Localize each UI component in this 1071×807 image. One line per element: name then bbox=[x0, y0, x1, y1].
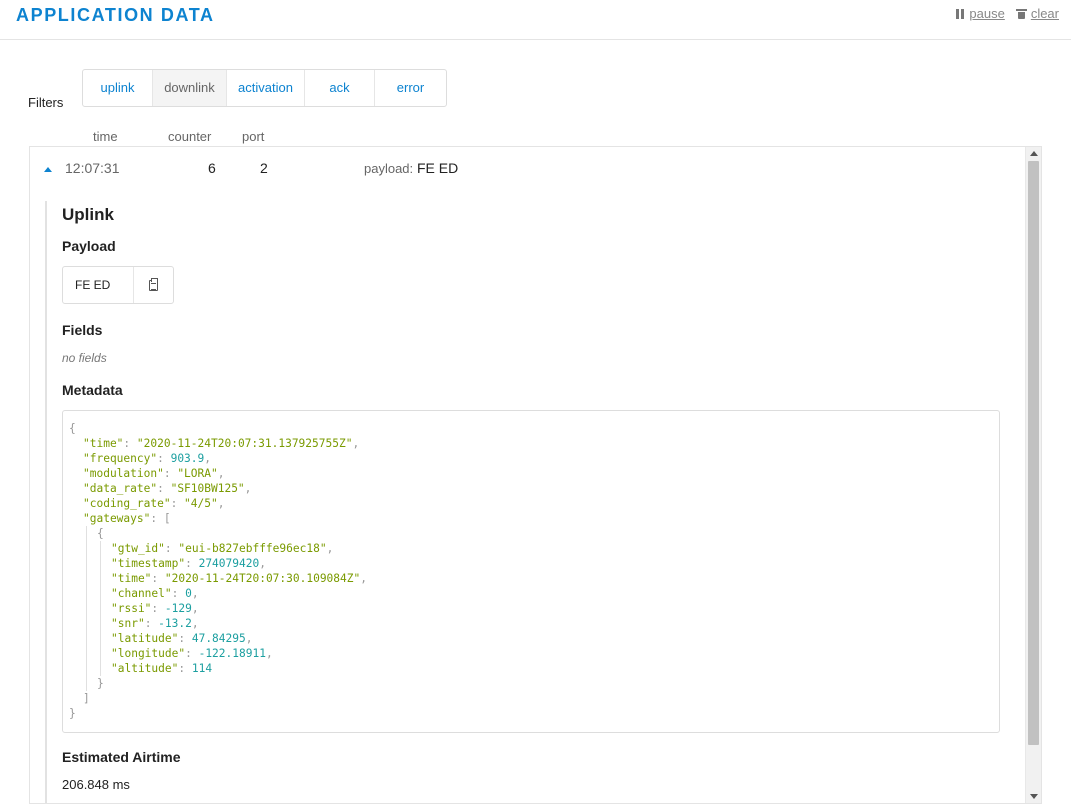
json-line: "rssi": -129, bbox=[69, 601, 999, 616]
json-line: "coding_rate": "4/5", bbox=[83, 497, 225, 510]
pause-button[interactable]: pause bbox=[956, 6, 1005, 21]
json-line: "time": "2020-11-24T20:07:30.109084Z", bbox=[69, 571, 999, 586]
json-line: ] bbox=[83, 692, 90, 705]
column-header-counter: counter bbox=[168, 129, 212, 144]
json-line: "frequency": 903.9, bbox=[83, 452, 212, 465]
payload-heading: Payload bbox=[62, 238, 116, 254]
scroll-thumb[interactable] bbox=[1028, 161, 1039, 745]
copy-payload-button[interactable] bbox=[133, 267, 173, 303]
json-line: "altitude": 114 bbox=[69, 661, 999, 676]
json-line: { bbox=[69, 526, 999, 541]
clipboard-icon bbox=[149, 277, 158, 291]
json-line: "channel": 0, bbox=[69, 586, 999, 601]
metadata-json-box: { "time": "2020-11-24T20:07:31.137925755Z… bbox=[62, 410, 1000, 733]
airtime-heading: Estimated Airtime bbox=[62, 749, 181, 765]
payload-label: payload: bbox=[364, 161, 414, 176]
top-actions: pause clear bbox=[944, 6, 1059, 21]
pause-label: pause bbox=[969, 6, 1005, 21]
filter-tab-uplink[interactable]: uplink bbox=[83, 70, 153, 106]
collapse-caret-icon[interactable] bbox=[44, 167, 52, 172]
payload-box: FE ED bbox=[62, 266, 174, 304]
payload-value: FE ED bbox=[417, 160, 459, 176]
json-line: "gtw_id": "eui-b827ebfffe96ec18", bbox=[69, 541, 999, 556]
filter-tab-ack[interactable]: ack bbox=[305, 70, 375, 106]
json-line: "modulation": "LORA", bbox=[83, 467, 225, 480]
metadata-json: { "time": "2020-11-24T20:07:31.137925755Z… bbox=[69, 421, 999, 721]
filters-label: Filters bbox=[28, 95, 64, 110]
page-title: APPLICATION DATA bbox=[16, 5, 215, 25]
json-line: } bbox=[69, 676, 999, 691]
message-time: 12:07:31 bbox=[65, 160, 120, 176]
json-line: } bbox=[69, 707, 76, 720]
message-panel: 12:07:31 6 2 payload: FE ED Uplink Paylo… bbox=[29, 146, 1042, 804]
clear-button[interactable]: clear bbox=[1015, 6, 1059, 21]
json-line: "snr": -13.2, bbox=[69, 616, 999, 631]
airtime-value: 206.848 ms bbox=[62, 777, 130, 792]
payload-hex: FE ED bbox=[75, 278, 111, 292]
filter-tabs: uplink downlink activation ack error bbox=[82, 69, 447, 107]
json-line: "latitude": 47.84295, bbox=[69, 631, 999, 646]
scroll-up-arrow-icon[interactable] bbox=[1030, 151, 1038, 156]
filter-tab-error[interactable]: error bbox=[375, 70, 446, 106]
json-line: "data_rate": "SF10BW125", bbox=[83, 482, 252, 495]
message-port: 2 bbox=[260, 160, 268, 176]
message-counter: 6 bbox=[208, 160, 216, 176]
json-line: { bbox=[69, 422, 76, 435]
json-line: "longitude": -122.18911, bbox=[69, 646, 999, 661]
message-details: Uplink Payload FE ED Fields no fields Me… bbox=[45, 201, 1020, 803]
clear-label: clear bbox=[1030, 6, 1059, 21]
json-line: "time": "2020-11-24T20:07:31.137925755Z"… bbox=[83, 437, 360, 450]
pause-icon bbox=[956, 8, 965, 19]
message-row[interactable]: 12:07:31 6 2 payload: FE ED bbox=[30, 147, 1026, 191]
json-line: "gateways": [ bbox=[83, 512, 171, 525]
no-fields-text: no fields bbox=[62, 351, 107, 365]
fields-heading: Fields bbox=[62, 322, 103, 338]
filter-tab-downlink[interactable]: downlink bbox=[153, 70, 227, 106]
details-title: Uplink bbox=[62, 205, 114, 224]
trash-icon bbox=[1015, 8, 1027, 19]
column-header-time: time bbox=[93, 129, 118, 144]
filter-tab-activation[interactable]: activation bbox=[227, 70, 305, 106]
metadata-heading: Metadata bbox=[62, 382, 123, 398]
vertical-scrollbar[interactable] bbox=[1025, 147, 1041, 803]
json-line: "timestamp": 274079420, bbox=[69, 556, 999, 571]
top-bar: APPLICATION DATA pause clear bbox=[0, 0, 1071, 40]
scroll-down-arrow-icon[interactable] bbox=[1030, 794, 1038, 799]
column-header-port: port bbox=[242, 129, 265, 144]
